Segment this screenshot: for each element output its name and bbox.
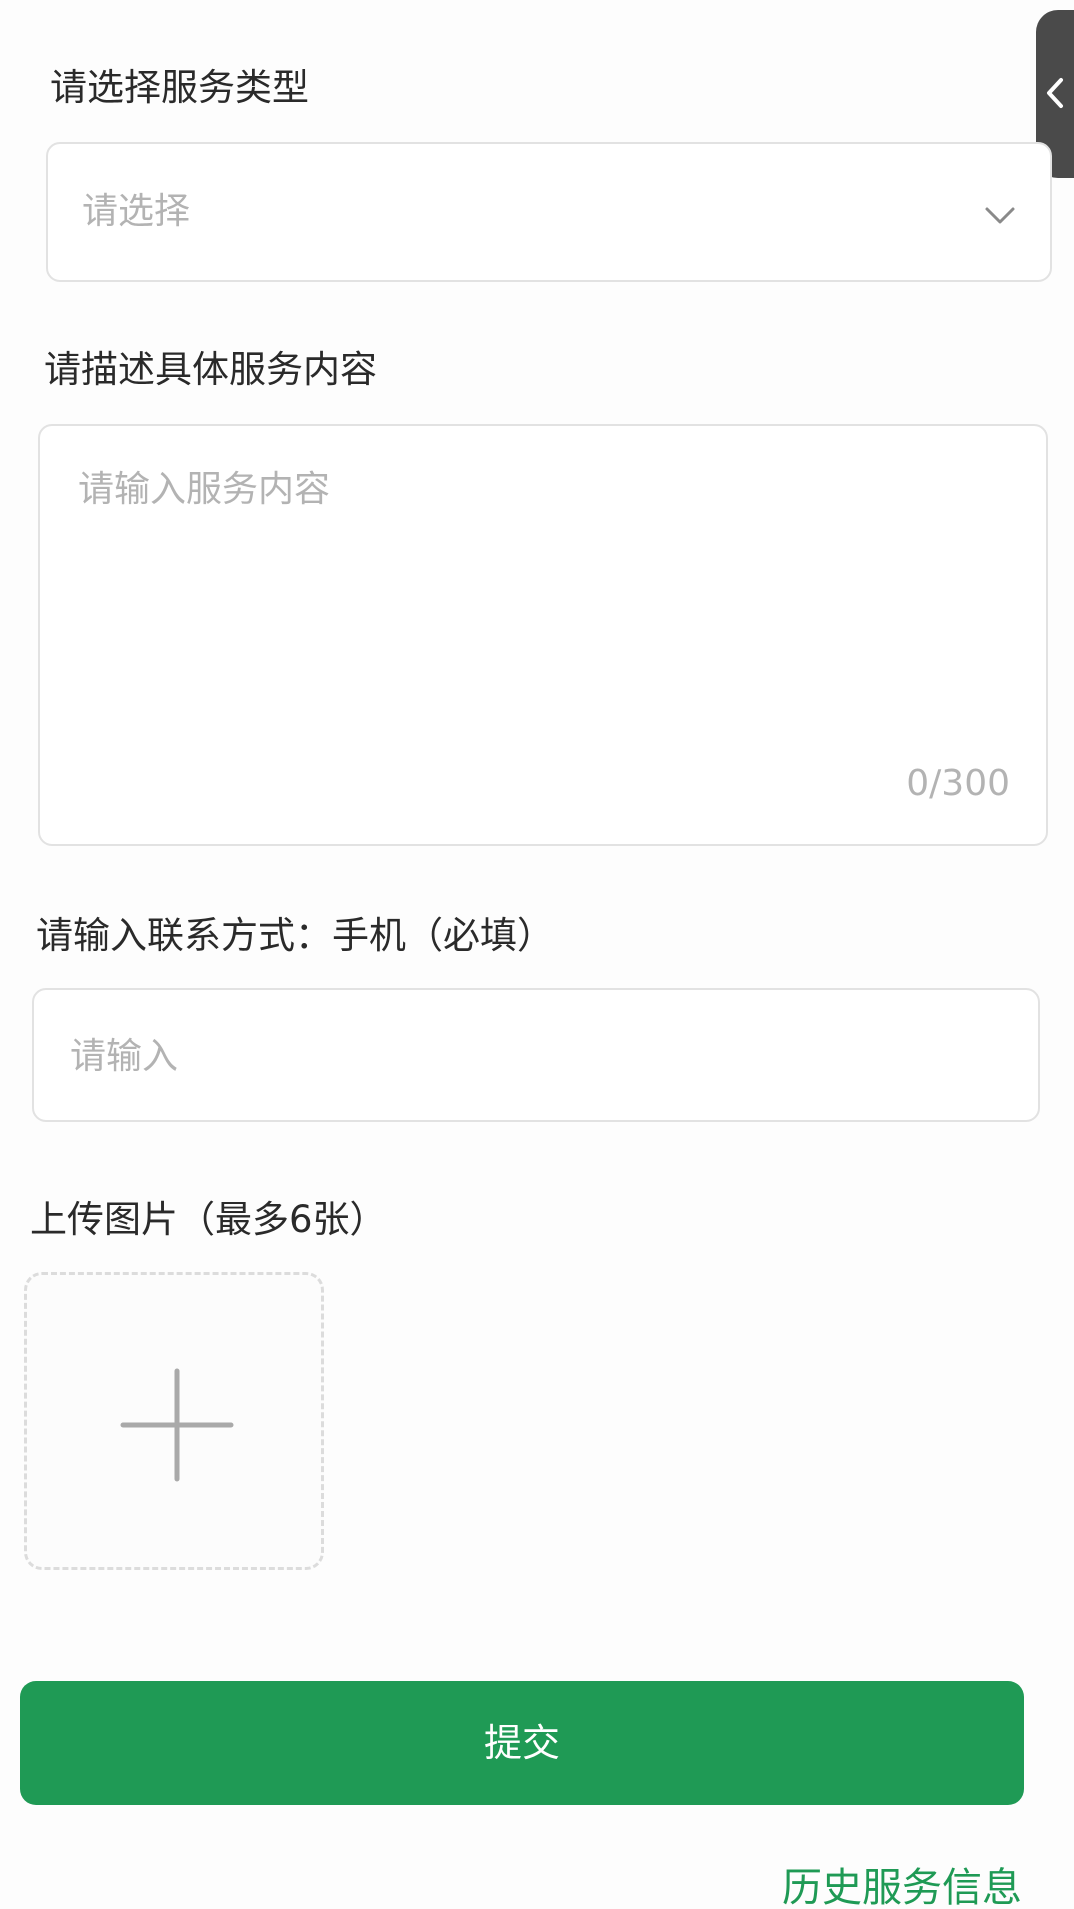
upload-image-button[interactable] [24, 1272, 324, 1570]
service-content-label: 请描述具体服务内容 [44, 348, 377, 391]
contact-phone-input[interactable]: 请输入 [32, 988, 1040, 1122]
service-content-placeholder: 请输入服务内容 [78, 469, 331, 510]
history-service-link[interactable]: 历史服务信息 [782, 1864, 1022, 1909]
service-type-placeholder: 请选择 [82, 191, 191, 232]
service-content-textarea[interactable]: 请输入服务内容 0/300 [38, 424, 1048, 846]
service-type-label: 请选择服务类型 [50, 66, 309, 109]
chevron-down-icon [985, 207, 1015, 224]
upload-label: 上传图片（最多6张） [30, 1198, 387, 1241]
submit-button[interactable]: 提交 [20, 1681, 1024, 1805]
service-type-select[interactable]: 请选择 [46, 142, 1052, 282]
contact-label: 请输入联系方式：手机（必填） [36, 914, 554, 957]
char-counter: 0/300 [906, 763, 1010, 804]
plus-icon [120, 1368, 234, 1482]
contact-placeholder: 请输入 [70, 1036, 179, 1077]
service-request-page: 请选择服务类型 请选择 请描述具体服务内容 请输入服务内容 0/300 请输入联… [0, 0, 1074, 1909]
chevron-left-icon [1047, 78, 1063, 108]
